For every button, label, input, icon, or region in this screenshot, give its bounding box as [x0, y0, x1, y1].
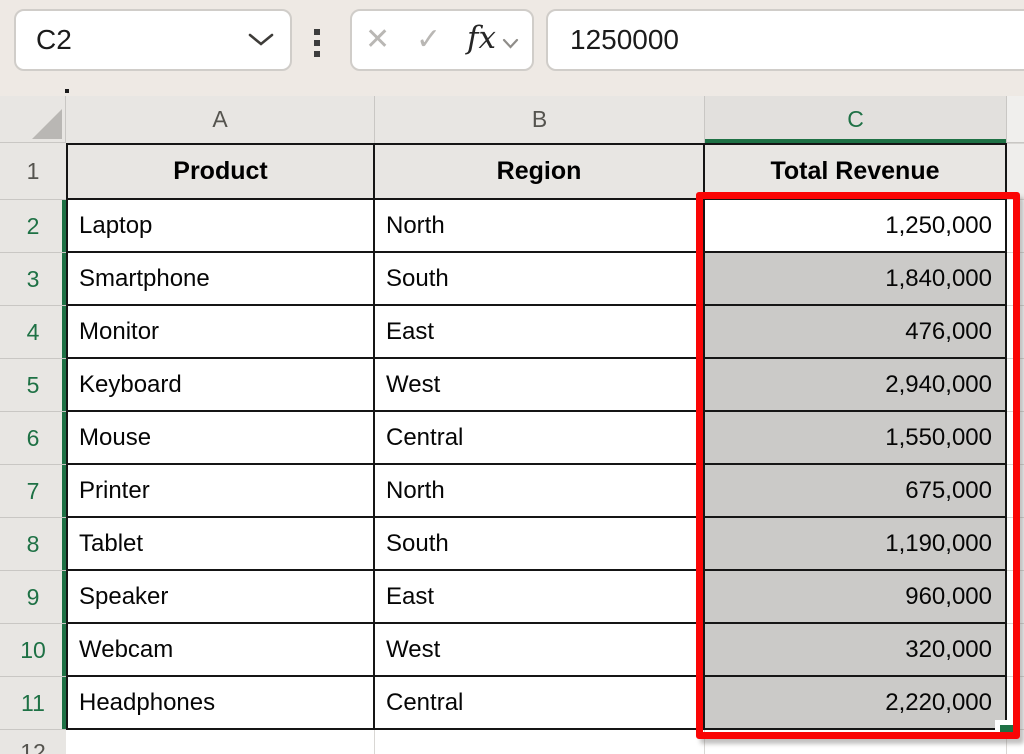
row-header-2[interactable]: 2: [0, 200, 66, 253]
row-header-7[interactable]: 7: [0, 465, 66, 518]
cell-a9[interactable]: Speaker: [66, 571, 375, 624]
cell-c6[interactable]: 1,550,000: [705, 412, 1007, 465]
row-header-1[interactable]: 1: [0, 143, 66, 200]
cell-a7[interactable]: Printer: [66, 465, 375, 518]
row-header-3[interactable]: 3: [0, 253, 66, 306]
cell-c4[interactable]: 476,000: [705, 306, 1007, 359]
name-box[interactable]: C2: [14, 9, 292, 71]
cell-a2[interactable]: Laptop: [66, 200, 375, 253]
cell-a8[interactable]: Tablet: [66, 518, 375, 571]
cell-a11[interactable]: Headphones: [66, 677, 375, 730]
formula-bar-toolbar: C2 ✕ ✓ fx 1250000: [0, 0, 1024, 96]
row-header-8[interactable]: 8: [0, 518, 66, 571]
cell-b1[interactable]: Region: [375, 143, 705, 200]
cell-d1-sliver[interactable]: [1007, 143, 1024, 200]
select-all-triangle-icon: [32, 109, 62, 139]
col-header-d-sliver[interactable]: [1007, 96, 1024, 143]
formula-value: 1250000: [570, 24, 679, 56]
row-header-11[interactable]: 11: [0, 677, 66, 730]
cell-b12[interactable]: [375, 730, 705, 754]
cell-c5[interactable]: 2,940,000: [705, 359, 1007, 412]
row-header-10[interactable]: 10: [0, 624, 66, 677]
cell-b3[interactable]: South: [375, 253, 705, 306]
cell-b8[interactable]: South: [375, 518, 705, 571]
cell-c10[interactable]: 320,000: [705, 624, 1007, 677]
cell-a5[interactable]: Keyboard: [66, 359, 375, 412]
formula-input[interactable]: 1250000: [546, 9, 1024, 71]
cell-d-sliver: [1007, 412, 1024, 465]
cell-d-sliver: [1007, 253, 1024, 306]
cell-b5[interactable]: West: [375, 359, 705, 412]
row-header-5[interactable]: 5: [0, 359, 66, 412]
cell-c12[interactable]: [705, 730, 1007, 754]
cell-b6[interactable]: Central: [375, 412, 705, 465]
cell-c3[interactable]: 1,840,000: [705, 253, 1007, 306]
insert-function-icon[interactable]: fx: [467, 23, 496, 58]
select-all-corner[interactable]: [0, 96, 66, 143]
cell-c9[interactable]: 960,000: [705, 571, 1007, 624]
chevron-down-icon[interactable]: [248, 33, 274, 47]
cell-d-sliver: [1007, 518, 1024, 571]
cursor-dot-artifact: [65, 89, 69, 93]
cell-a3[interactable]: Smartphone: [66, 253, 375, 306]
cell-a12[interactable]: [66, 730, 375, 754]
cell-b4[interactable]: East: [375, 306, 705, 359]
col-header-a[interactable]: A: [66, 96, 375, 143]
cell-b2[interactable]: North: [375, 200, 705, 253]
cell-a1[interactable]: Product: [66, 143, 375, 200]
cancel-icon[interactable]: ✕: [365, 25, 390, 55]
cell-c1[interactable]: Total Revenue: [705, 143, 1007, 200]
cell-d-sliver: [1007, 359, 1024, 412]
formula-bar-drag-handle-icon[interactable]: [314, 29, 320, 57]
name-box-value: C2: [36, 24, 72, 56]
cell-d-sliver: [1007, 200, 1024, 253]
cell-b10[interactable]: West: [375, 624, 705, 677]
cell-b9[interactable]: East: [375, 571, 705, 624]
cell-b11[interactable]: Central: [375, 677, 705, 730]
cell-d-sliver: [1007, 306, 1024, 359]
col-header-b[interactable]: B: [375, 96, 705, 143]
col-header-c[interactable]: C: [705, 96, 1007, 143]
cell-d-sliver: [1007, 624, 1024, 677]
cell-c2[interactable]: 1,250,000: [705, 200, 1007, 253]
cell-d-sliver: [1007, 465, 1024, 518]
spreadsheet-grid: A B C 1 Product Region Total Revenue 2 L…: [0, 96, 1024, 754]
cell-c11[interactable]: 2,220,000: [705, 677, 1007, 730]
cell-a6[interactable]: Mouse: [66, 412, 375, 465]
row-header-6[interactable]: 6: [0, 412, 66, 465]
fill-handle[interactable]: [1000, 725, 1013, 738]
row-header-9[interactable]: 9: [0, 571, 66, 624]
enter-icon[interactable]: ✓: [416, 25, 441, 55]
row-header-4[interactable]: 4: [0, 306, 66, 359]
cell-c8[interactable]: 1,190,000: [705, 518, 1007, 571]
row-header-12[interactable]: 12: [0, 730, 66, 754]
cell-c7[interactable]: 675,000: [705, 465, 1007, 518]
cell-b7[interactable]: North: [375, 465, 705, 518]
formula-controls: ✕ ✓ fx: [350, 9, 534, 71]
cell-a10[interactable]: Webcam: [66, 624, 375, 677]
excel-window: C2 ✕ ✓ fx 1250000 A: [0, 0, 1024, 754]
cell-a4[interactable]: Monitor: [66, 306, 375, 359]
cell-d-sliver: [1007, 571, 1024, 624]
fx-chevron-down-icon[interactable]: [502, 38, 519, 50]
